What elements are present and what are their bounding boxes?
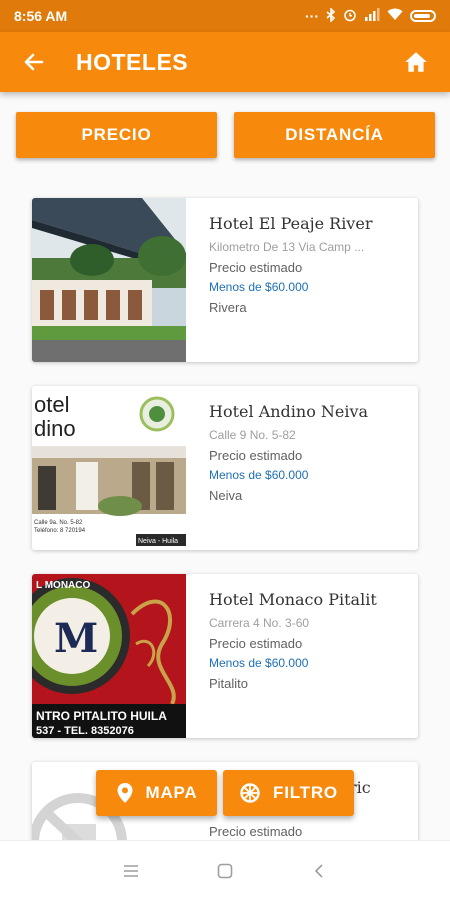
image-caption-2: Teléfono: 8 720194 (34, 528, 86, 534)
status-time: 8:56 AM (14, 8, 68, 24)
map-button-label: MAPA (145, 783, 198, 802)
nav-back-button[interactable] (308, 860, 330, 882)
hotel-photo (32, 198, 186, 362)
filter-button-label: FILTRO (273, 783, 338, 802)
bluetooth-icon (326, 6, 336, 25)
hotel-photo: otel dino Calle 9a. No. 5-82 Teléfono: 8… (32, 386, 186, 550)
status-icons: ··· (305, 6, 436, 25)
svg-text:M: M (54, 615, 98, 662)
hotel-name: Hotel Andino Neiva (209, 402, 369, 421)
hotel-address: Kilometro De 13 Via Camp ... (209, 240, 365, 254)
image-caption-1: Calle 9a. No. 5-82 (34, 520, 83, 526)
chevron-left-icon (314, 863, 323, 878)
price-value: Menos de $60.000 (209, 280, 309, 294)
hotel-card[interactable]: Hotel El Peaje River Kilometro De 13 Via… (32, 198, 418, 362)
nav-home-button[interactable] (214, 860, 236, 882)
more-dots-icon: ··· (305, 8, 319, 24)
image-banner-2: 537 - TEL. 8352076 (36, 725, 134, 737)
hotel-city: Pitalito (209, 676, 249, 691)
battery-icon (410, 10, 436, 22)
hotel-card[interactable]: otel dino Calle 9a. No. 5-82 Teléfono: 8… (32, 386, 418, 550)
home-icon (405, 52, 427, 72)
price-value: Menos de $60.000 (209, 656, 309, 670)
hotel-name: Hotel El Peaje River (209, 214, 373, 233)
hotel-city: Neiva (209, 488, 243, 503)
image-banner-1: NTRO PITALITO HUILA (36, 709, 167, 723)
nav-menu-button[interactable] (120, 860, 142, 882)
menu-icon (124, 864, 138, 877)
back-button[interactable] (8, 32, 60, 92)
hotel-address: Calle 9 No. 5-82 (209, 428, 296, 442)
sort-distance-button[interactable]: DISTANCÍA (234, 112, 435, 158)
square-icon (217, 863, 233, 878)
price-value: Menos de $60.000 (209, 468, 309, 482)
price-label: Precio estimado (209, 448, 303, 463)
sort-price-button[interactable]: PRECIO (16, 112, 217, 158)
status-bar: 8:56 AM ··· (0, 0, 450, 32)
image-text-line1: otel (34, 392, 69, 417)
signal-icon (364, 8, 380, 24)
image-logo-text: L MONACO (36, 580, 90, 591)
page-title: HOTELES (76, 48, 189, 75)
map-button[interactable]: MAPA (96, 770, 217, 816)
system-nav-bar (0, 840, 450, 900)
app-bar: HOTELES (0, 32, 450, 92)
hotel-city: Rivera (209, 300, 247, 315)
filter-wheel-icon (240, 783, 260, 803)
image-text-line2: dino (34, 416, 76, 441)
price-label: Precio estimado (209, 824, 303, 839)
image-sign: Neiva - Huila (138, 538, 178, 545)
arrow-left-icon (24, 53, 44, 71)
filter-button[interactable]: FILTRO (223, 770, 354, 816)
hotel-card[interactable]: M L MONACO NTRO PITALITO HUILA 537 - TEL… (32, 574, 418, 738)
hotel-name: Hotel Monaco Pitalit (209, 590, 377, 609)
home-button[interactable] (388, 32, 444, 92)
price-label: Precio estimado (209, 260, 303, 275)
alarm-icon (343, 8, 357, 25)
map-pin-icon (117, 783, 132, 803)
hotel-photo: M L MONACO NTRO PITALITO HUILA 537 - TEL… (32, 574, 186, 738)
hotel-address: Carrera 4 No. 3-60 (209, 616, 310, 630)
wifi-icon (387, 8, 403, 24)
price-label: Precio estimado (209, 636, 303, 651)
